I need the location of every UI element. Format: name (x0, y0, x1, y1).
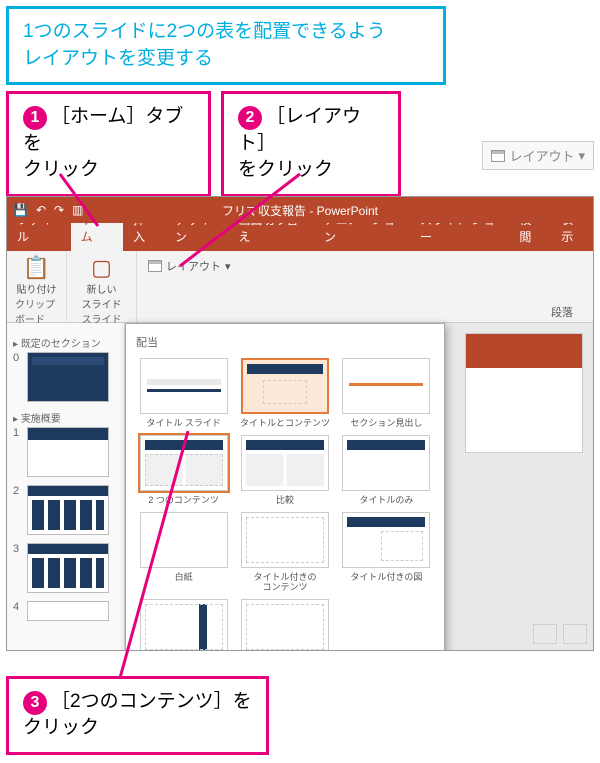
slide-thumb-3[interactable] (27, 543, 109, 593)
callout-3: 3［2つのコンテンツ］をクリック (6, 676, 269, 755)
slide-thumb-1[interactable] (27, 427, 109, 477)
layout-preview (342, 512, 430, 568)
layout-caption: タイトルとコンテンツ (237, 418, 332, 429)
callout-3-num: 3 (23, 691, 47, 715)
section-label[interactable]: ▸ 実施概要 (13, 410, 118, 425)
layout-caption: 2 つのコンテンツ (136, 495, 231, 506)
new-slide-icon[interactable]: ▢ (91, 255, 112, 281)
current-slide[interactable] (465, 333, 583, 453)
layout-preview (140, 599, 228, 651)
layout-preview (140, 435, 228, 491)
layout-caption: 白紙 (136, 572, 231, 583)
layout-preview (342, 358, 430, 414)
layout-option[interactable]: セクション見出し (339, 358, 434, 429)
undo-icon[interactable]: ↶ (36, 203, 46, 217)
dropdown-icon: ▾ (578, 148, 585, 164)
layout-preview (342, 435, 430, 491)
slide-thumbnail-pane[interactable]: ▸ 既定のセクション 0 ▸ 実施概要 1 2 3 4 (7, 323, 125, 650)
layout-button-example: レイアウト ▾ (482, 141, 594, 170)
title-line1: 1つのスライドに2つの表を配置できるよう (23, 21, 386, 42)
layout-gallery: 配当 タイトル スライドタイトルとコンテンツセクション見出し 2 つのコンテンツ比… (125, 323, 445, 651)
slide-thumb-4[interactable] (27, 601, 109, 621)
layout-option[interactable]: 縦書きタイトルと 縦書きテキスト (237, 599, 332, 651)
instruction-title: 1つのスライドに2つの表を配置できるよう レイアウトを変更する (6, 6, 446, 85)
insert-icons-disabled (533, 624, 587, 644)
callout-1: 1［ホーム］タブをクリック (6, 91, 211, 197)
layout-option[interactable]: タイトル付きの コンテンツ (237, 512, 332, 594)
layout-caption: タイトルのみ (339, 495, 434, 506)
layout-preview (241, 599, 329, 651)
layout-caption: タイトル スライド (136, 418, 231, 429)
callout-2: 2［レイアウト］をクリック (221, 91, 401, 197)
save-icon[interactable]: 💾 (13, 203, 28, 217)
window-title: フリマ収支報告 - PowerPoint (222, 202, 378, 219)
layout-option[interactable]: タイトルとコンテンツ (237, 358, 332, 429)
ribbon: 📋 貼り付け クリップボード ▢ 新しい スライド スライド レイアウト ▾ 段… (7, 251, 593, 323)
layout-option[interactable]: 2 つのコンテンツ (136, 435, 231, 506)
layout-preview (241, 435, 329, 491)
slide-thumb-0[interactable] (27, 352, 109, 402)
clipboard-group: 📋 貼り付け クリップボード (7, 251, 67, 322)
layout-icon (148, 260, 162, 272)
layout-caption: 比較 (237, 495, 332, 506)
layout-button[interactable]: レイアウト ▾ (141, 255, 589, 277)
start-icon[interactable]: ▥ (72, 203, 83, 217)
title-line2: レイアウトを変更する (23, 48, 213, 69)
slides-group: ▢ 新しい スライド スライド (67, 251, 137, 322)
chart-icon (563, 624, 587, 644)
layout-option[interactable]: タイトル スライド (136, 358, 231, 429)
layout-preview (241, 358, 329, 414)
slide-edit-area[interactable]: 配当 タイトル スライドタイトルとコンテンツセクション見出し 2 つのコンテンツ比… (125, 323, 593, 650)
chevron-down-icon: ▾ (225, 260, 231, 273)
quick-access-toolbar[interactable]: 💾 ↶ ↷ ▥ (13, 203, 83, 217)
powerpoint-window: 💾 ↶ ↷ ▥ フリマ収支報告 - PowerPoint ファイルホーム挿入デザ… (6, 196, 594, 651)
layout-caption: タイトル付きの図 (339, 572, 434, 583)
layout-option[interactable]: タイトルと 縦書きテキスト (136, 599, 231, 651)
layout-preview (140, 512, 228, 568)
title-bar: 💾 ↶ ↷ ▥ フリマ収支報告 - PowerPoint (7, 197, 593, 223)
gallery-section-title: 配当 (136, 334, 434, 350)
ribbon-tabs: ファイルホーム挿入デザイン画面切り替えアニメーションスライド ショー校閲表示 (7, 223, 593, 251)
table-icon (533, 624, 557, 644)
layout-option[interactable]: タイトルのみ (339, 435, 434, 506)
layout-option[interactable]: 白紙 (136, 512, 231, 594)
slide-thumb-2[interactable] (27, 485, 109, 535)
section-label[interactable]: ▸ 既定のセクション (13, 335, 118, 350)
paste-icon[interactable]: 📋 (23, 255, 50, 281)
callout-2-num: 2 (238, 106, 262, 130)
layout-icon (491, 150, 505, 162)
layout-caption: タイトル付きの コンテンツ (237, 572, 332, 594)
layout-preview (241, 512, 329, 568)
callout-1-num: 1 (23, 106, 47, 130)
layout-preview (140, 358, 228, 414)
layout-option[interactable]: タイトル付きの図 (339, 512, 434, 594)
layout-caption: セクション見出し (339, 418, 434, 429)
redo-icon[interactable]: ↷ (54, 203, 64, 217)
layout-option[interactable]: 比較 (237, 435, 332, 506)
